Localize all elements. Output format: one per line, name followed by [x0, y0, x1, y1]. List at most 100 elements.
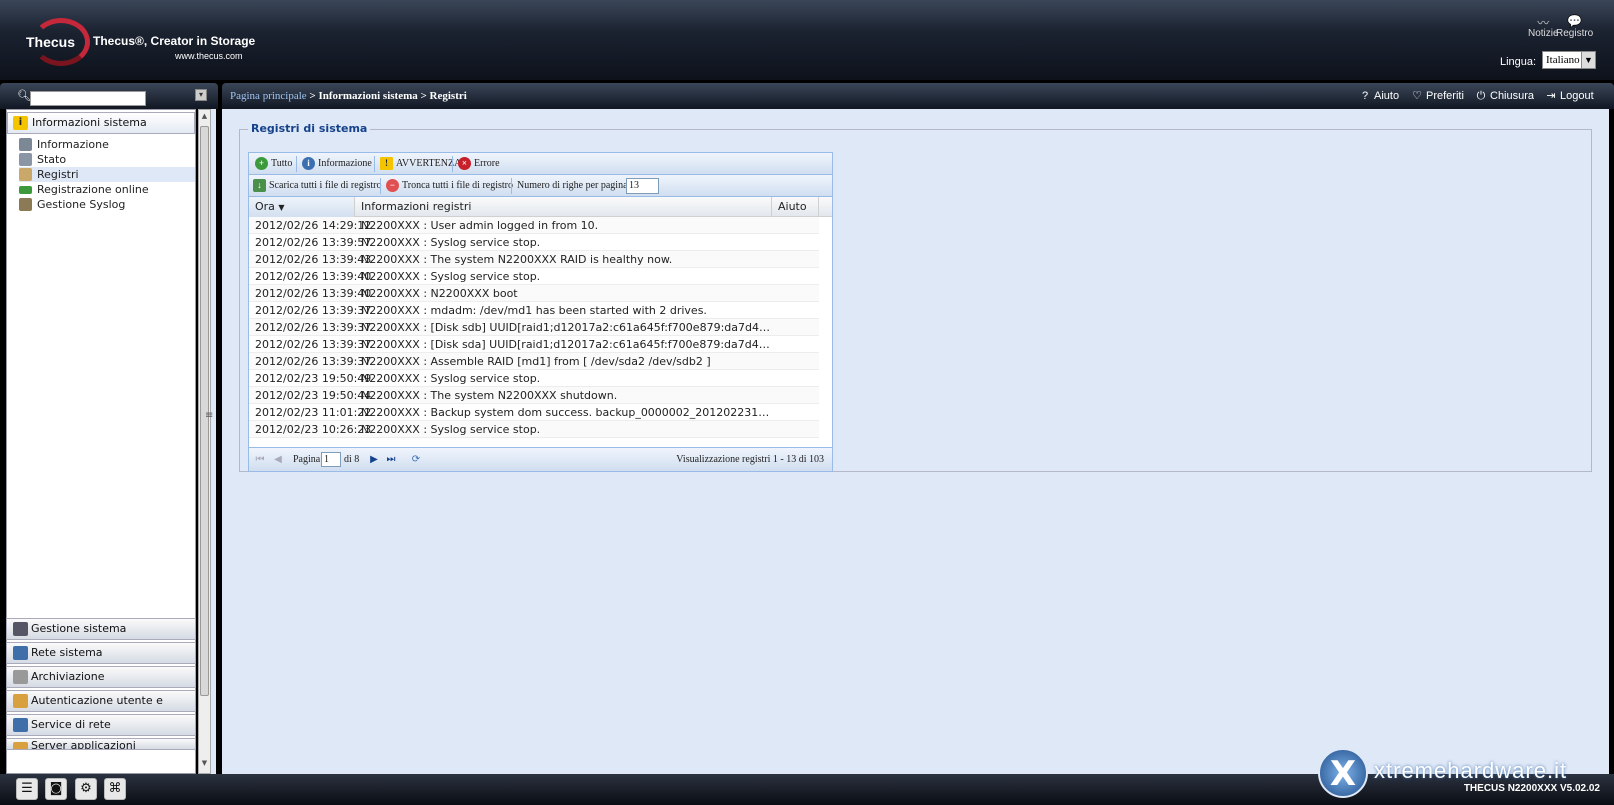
breadcrumb-home-link[interactable]: Pagina principale [230, 90, 307, 102]
sidebar-menu-archiviazione[interactable]: Archiviazione [6, 666, 196, 688]
prev-page-icon[interactable]: ◀ [271, 453, 285, 466]
table-row[interactable]: 2012/02/26 13:39:40 N2200XXX : Syslog ser… [249, 268, 819, 285]
filter-warning-button[interactable]: ! AVVERTENZA [380, 157, 461, 171]
log-time-cell: 2012/02/23 19:50:44 [255, 389, 372, 402]
network-service-icon [13, 718, 28, 732]
table-row[interactable]: 2012/02/26 13:39:37 N2200XXX : Assemble R… [249, 353, 819, 370]
language-select[interactable]: Italiano ▼ [1542, 51, 1596, 69]
breadcrumb-separator: > [417, 90, 430, 102]
sidebar-menu-label: Service di rete [31, 718, 111, 731]
download-all-logs-button[interactable]: ↓ Scarica tutti i file di registro [253, 179, 381, 193]
favorites-button[interactable]: ♡ Preferiti [1410, 88, 1464, 104]
rows-per-page-label: Numero di righe per pagina [517, 180, 628, 191]
table-row[interactable]: 2012/02/26 13:39:37 N2200XXX : mdadm: /de… [249, 302, 819, 319]
table-row[interactable]: 2012/02/26 13:39:57 N2200XXX : Syslog ser… [249, 234, 819, 251]
disk-icon[interactable]: ◙ [45, 778, 67, 800]
list-view-icon[interactable]: ☰ [16, 778, 38, 800]
sidebar-menu-label: Rete sistema [31, 646, 103, 659]
sidebar-item-informazione[interactable]: Informazione [19, 137, 195, 152]
sidebar-item-registri[interactable]: Registri [19, 167, 195, 182]
network-tree-icon[interactable]: ⌘ [104, 778, 126, 800]
sidebar-menu-service-di-rete[interactable]: Service di rete [6, 714, 196, 736]
sidebar-menu-server-applicazioni[interactable]: Server applicazioni [6, 738, 196, 750]
pager-summary: Visualizzazione registri 1 - 13 di 103 [676, 454, 824, 465]
news-label: Notizie [1528, 28, 1559, 39]
system-logs-panel: Registri di sistema + Tutto i Informazio… [239, 122, 1592, 472]
next-page-icon[interactable]: ▶ [367, 453, 381, 466]
breadcrumb-section: Informazioni sistema [318, 90, 418, 102]
column-header-time[interactable]: Ora ▼ [249, 197, 355, 217]
sidebar-menu-rete-sistema[interactable]: Rete sistema [6, 642, 196, 664]
rows-per-page-input[interactable]: 13 [626, 178, 659, 194]
scroll-down-icon[interactable]: ▼ [199, 759, 210, 771]
column-header-help[interactable]: Aiuto [772, 197, 819, 217]
table-row[interactable]: 2012/02/23 19:50:49 N2200XXX : Syslog ser… [249, 370, 819, 387]
log-time-cell: 2012/02/26 13:39:37 [255, 338, 372, 351]
filter-error-label: Errore [474, 158, 500, 169]
sidebar-item-stato[interactable]: Stato [19, 152, 195, 167]
sidebar-item-label: Gestione Syslog [37, 198, 126, 211]
toolbar-separator [511, 178, 512, 194]
table-row[interactable]: 2012/02/23 10:26:23 N2200XXX : Syslog ser… [249, 421, 819, 438]
log-info-cell: N2200XXX : Backup system dom success. ba… [361, 406, 771, 419]
online-registration-icon [19, 186, 32, 194]
column-time-label: Ora [255, 200, 275, 213]
search-icon: 🔍︎ [17, 89, 31, 102]
truncate-all-logs-button[interactable]: − Tronca tutti i file di registro [386, 179, 513, 193]
sidebar-scrollbar[interactable]: ▲ ▼ [198, 109, 211, 774]
table-row[interactable]: 2012/02/26 13:39:43 N2200XXX : The system… [249, 251, 819, 268]
sidebar-item-gestione-syslog[interactable]: Gestione Syslog [19, 197, 195, 212]
log-info-cell: N2200XXX : Assemble RAID [md1] from [ /d… [361, 355, 711, 368]
table-row[interactable]: 2012/02/26 13:39:37 N2200XXX : [Disk sdb]… [249, 319, 819, 336]
search-input[interactable] [30, 91, 146, 106]
filter-info-button[interactable]: i Informazione [302, 157, 372, 171]
sidebar-menu-gestione-sistema[interactable]: Gestione sistema [6, 618, 196, 640]
main-content: Registri di sistema + Tutto i Informazio… [222, 109, 1609, 774]
sidebar-item-registrazione-online[interactable]: Registrazione online [19, 182, 195, 197]
log-time-cell: 2012/02/26 13:39:57 [255, 236, 372, 249]
table-row[interactable]: 2012/02/26 14:29:12 N2200XXX : User admin… [249, 217, 819, 234]
filter-error-button[interactable]: × Errore [458, 157, 500, 171]
splitter-grip-icon[interactable]: ≡ [205, 410, 213, 421]
download-all-label: Scarica tutti i file di registro [269, 180, 382, 191]
scroll-up-icon[interactable]: ▲ [199, 112, 210, 124]
help-button[interactable]: ? Aiuto [1358, 88, 1399, 104]
log-info-cell: N2200XXX : mdadm: /dev/md1 has been star… [361, 304, 707, 317]
table-row[interactable]: 2012/02/23 11:01:22 N2200XXX : Backup sys… [249, 404, 819, 421]
log-time-cell: 2012/02/23 19:50:49 [255, 372, 372, 385]
usb-icon[interactable]: ⚙ [75, 778, 97, 800]
minus-icon: − [386, 179, 399, 192]
help-icon: ? [1361, 90, 1369, 102]
sidebar-section-system-info[interactable]: i Informazioni sistema [7, 112, 195, 134]
info-icon: i [13, 116, 28, 130]
sort-desc-icon: ▼ [278, 203, 285, 212]
table-row[interactable]: 2012/02/26 13:39:37 N2200XXX : [Disk sda]… [249, 336, 819, 353]
column-info-label: Informazioni registri [361, 200, 472, 213]
column-header-info[interactable]: Informazioni registri [355, 197, 772, 217]
filter-all-button[interactable]: + Tutto [255, 157, 292, 171]
table-row[interactable]: 2012/02/23 19:50:44 N2200XXX : The system… [249, 387, 819, 404]
table-row[interactable]: 2012/02/26 13:39:40 N2200XXX : N2200XXX b… [249, 285, 819, 302]
news-button[interactable]: 〰 Notizie [1528, 14, 1559, 39]
log-label: Registro [1556, 28, 1594, 39]
syslog-icon [19, 198, 32, 211]
logout-button[interactable]: ⇥ Logout [1544, 88, 1593, 104]
network-icon [13, 646, 28, 660]
panel-splitter[interactable] [211, 109, 216, 774]
sidebar-menu-autenticazione[interactable]: Autenticazione utente e gruppo [6, 690, 196, 727]
shutdown-label: Chiusura [1490, 90, 1535, 102]
app-header: Thecus Thecus®, Creator in Storage www.t… [0, 0, 1614, 80]
log-time-cell: 2012/02/26 13:39:40 [255, 270, 372, 283]
sidebar-menu-label: Archiviazione [31, 670, 105, 683]
refresh-icon[interactable]: ⟳ [409, 453, 423, 466]
page-number-input[interactable]: 1 [321, 452, 341, 467]
last-page-icon[interactable]: ⏭ [384, 453, 398, 466]
log-time-cell: 2012/02/26 13:39:37 [255, 355, 372, 368]
log-button[interactable]: 💬 Registro [1556, 14, 1593, 39]
power-icon: ⏻ [1476, 90, 1486, 102]
first-page-icon[interactable]: ⏮ [253, 453, 267, 466]
shutdown-button[interactable]: ⏻ Chiusura [1474, 88, 1534, 104]
pager-toolbar: ⏮ ◀ Pagina 1 di 8 ▶ ⏭ ⟳ Visualizzazione … [249, 447, 832, 471]
collapse-icon[interactable]: ▾ [195, 89, 207, 101]
sidebar-menu-label: Gestione sistema [31, 622, 127, 635]
